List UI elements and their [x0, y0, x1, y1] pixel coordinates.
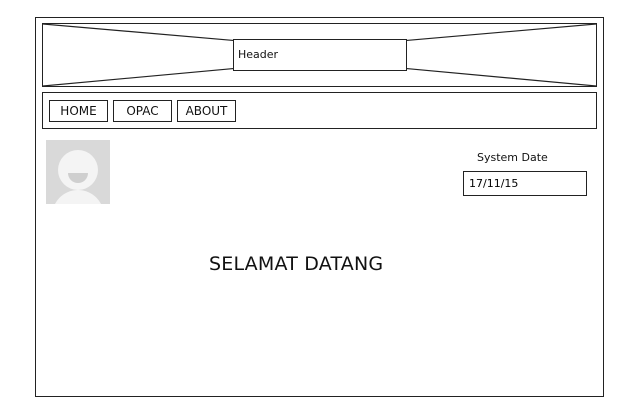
header-label: Header [233, 39, 407, 71]
nav-home-button[interactable]: HOME [49, 100, 108, 122]
avatar-head [58, 150, 98, 190]
avatar-body [52, 190, 104, 204]
nav-about-button[interactable]: ABOUT [177, 100, 236, 122]
welcome-heading: SELAMAT DATANG [209, 253, 384, 275]
nav-opac-button[interactable]: OPAC [113, 100, 172, 122]
user-placeholder-icon [46, 140, 110, 204]
system-date-label: System Date [477, 151, 548, 164]
system-date-field[interactable] [463, 171, 587, 196]
